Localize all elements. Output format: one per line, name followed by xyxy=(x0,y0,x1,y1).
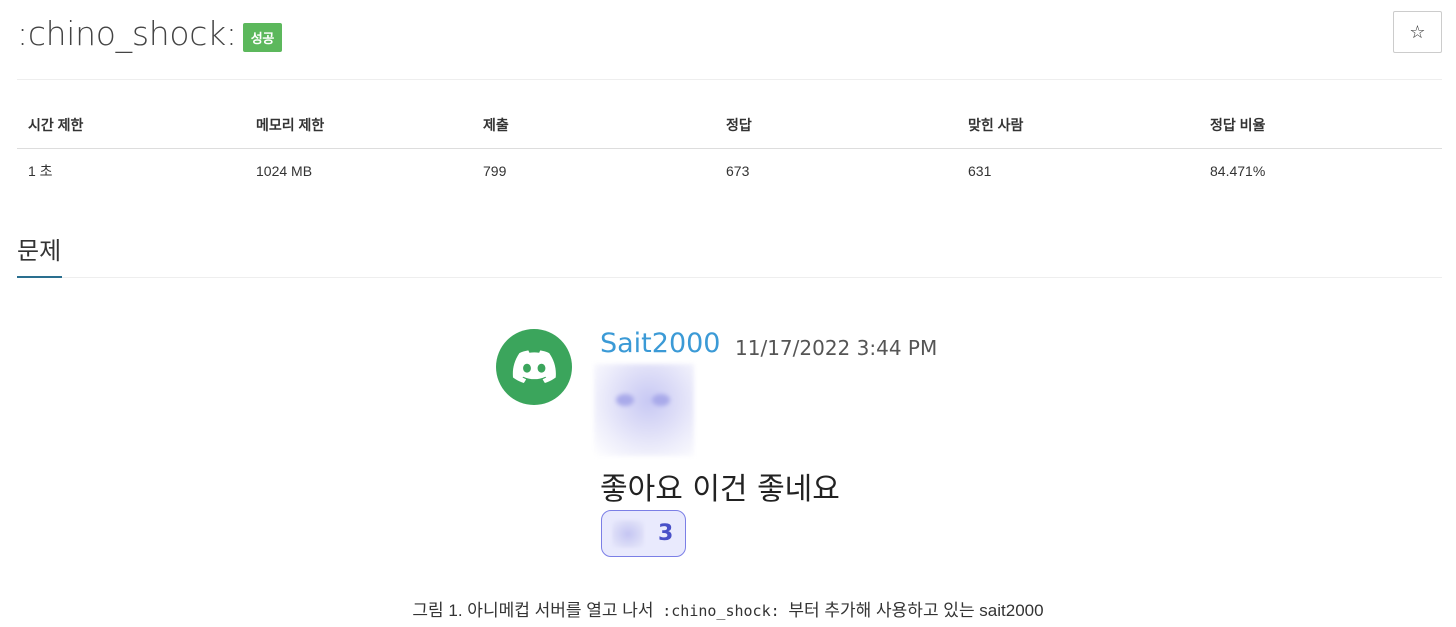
message-username: Sait2000 xyxy=(600,328,721,359)
accepted-value: 673 xyxy=(726,162,750,179)
memory-limit-value: 1024 MB xyxy=(256,162,313,179)
header-time-limit: 시간 제한 xyxy=(17,103,245,149)
solvers-value: 631 xyxy=(968,162,992,179)
problem-header: :chino_shock: 성공 ☆ xyxy=(17,0,1442,80)
accept-ratio-value: 84.471% xyxy=(1210,162,1266,179)
message-timestamp: 11/17/2022 3:44 PM xyxy=(735,336,938,360)
figure-caption: 그림 1. 아니메컵 서버를 열고 나서 :chino_shock: 부터 추가… xyxy=(0,596,1456,621)
header-solvers: 맞힌 사람 xyxy=(957,103,1199,149)
submissions-value: 799 xyxy=(483,162,507,179)
star-button[interactable]: ☆ xyxy=(1393,11,1442,53)
header-memory-limit: 메모리 제한 xyxy=(245,103,472,149)
chino-shock-emoji-icon xyxy=(594,364,694,456)
header-accepted: 정답 xyxy=(715,103,957,149)
discord-message-image: Sait2000 11/17/2022 3:44 PM 좋아요 이건 좋네요 3 xyxy=(496,326,956,566)
discord-avatar xyxy=(496,329,572,405)
caption-prefix: 그림 1. 아니메컵 서버를 열고 나서 xyxy=(412,601,659,620)
caption-suffix: 부터 추가해 사용하고 있는 sait2000 xyxy=(783,601,1044,620)
header-accept-ratio: 정답 비율 xyxy=(1199,103,1442,149)
table-row: 1 초 1024 MB 799 673 631 84.471% xyxy=(17,148,1442,193)
status-badge: 성공 xyxy=(242,23,283,52)
problem-title: :chino_shock: xyxy=(17,14,237,53)
table-header-row: 시간 제한 메모리 제한 제출 정답 맞힌 사람 정답 비율 xyxy=(17,103,1442,149)
section-title: 문제 xyxy=(17,228,63,278)
discord-logo-icon xyxy=(512,350,556,383)
star-icon: ☆ xyxy=(1409,21,1426,42)
reaction-count: 3 xyxy=(658,521,674,546)
message-text: 좋아요 이건 좋네요 xyxy=(600,472,840,507)
problem-info-table: 시간 제한 메모리 제한 제출 정답 맞힌 사람 정답 비율 1 초 1024 … xyxy=(17,103,1442,193)
page-title: :chino_shock: 성공 xyxy=(17,14,283,53)
header-submissions: 제출 xyxy=(472,103,715,149)
reaction-button: 3 xyxy=(601,510,686,557)
problem-section-header: 문제 xyxy=(17,228,1442,278)
time-limit-value: 1 초 xyxy=(28,162,53,179)
caption-code: :chino_shock: xyxy=(662,602,780,620)
reaction-emoji-icon xyxy=(612,519,644,548)
